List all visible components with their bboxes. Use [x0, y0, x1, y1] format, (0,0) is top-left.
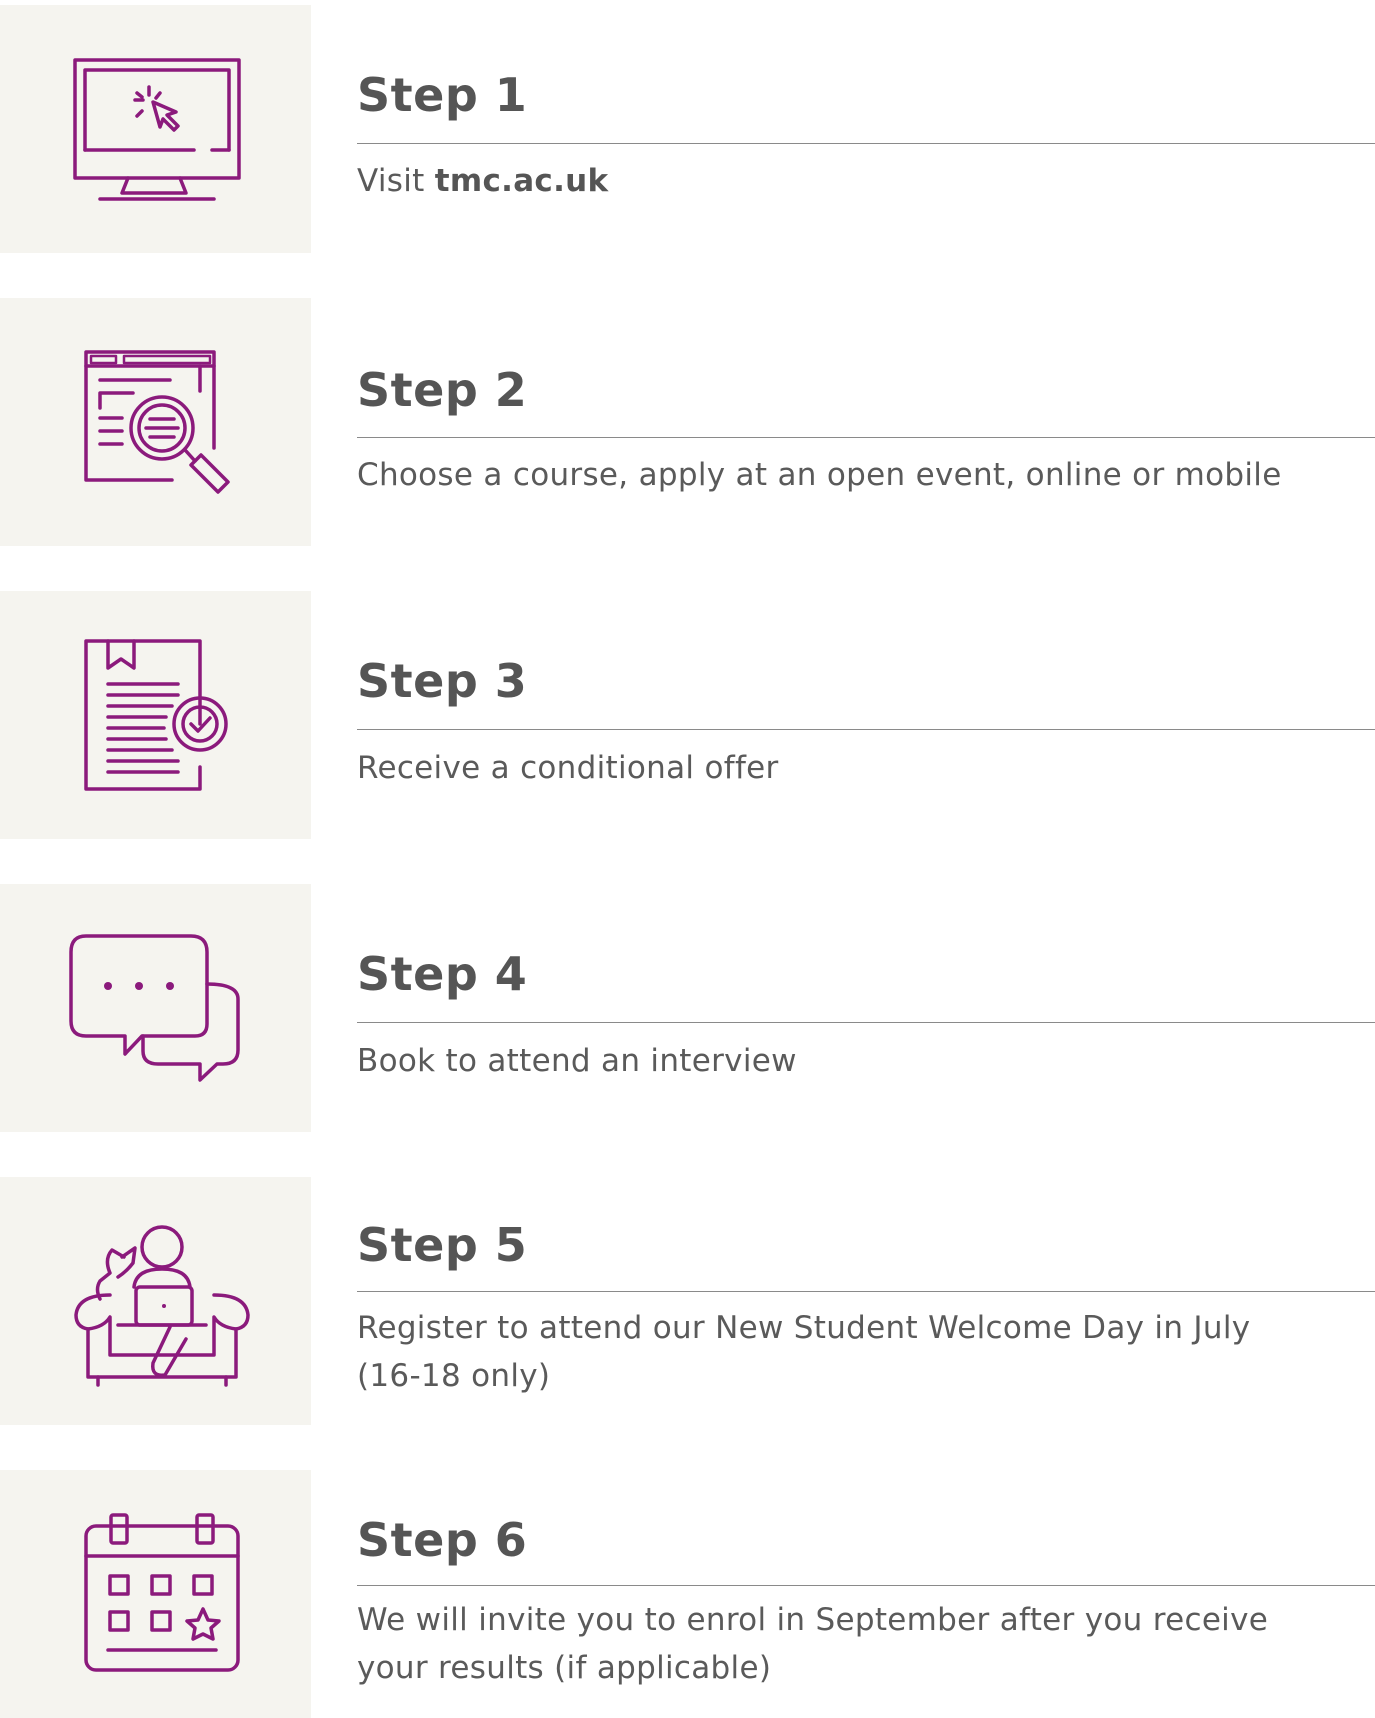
step-1: Step 1 Visit tmc.ac.uk	[0, 5, 1375, 253]
step-2-icon-panel	[0, 298, 311, 546]
step-2-title: Step 2	[357, 363, 528, 417]
step-2-description: Choose a course, apply at an open event,…	[357, 457, 1282, 493]
step-5-text-line-2: (16-18 only)	[357, 1358, 551, 1394]
step-2: Step 2 Choose a course, apply at an open…	[0, 298, 1375, 546]
step-2-divider	[357, 437, 1375, 438]
step-5: Step 5 Register to attend our New Studen…	[0, 1177, 1375, 1425]
step-6: Step 6 We will invite you to enrol in Se…	[0, 1470, 1375, 1718]
website-link[interactable]: tmc.ac.uk	[435, 163, 609, 199]
step-1-divider	[357, 143, 1375, 144]
step-3-icon-panel	[0, 591, 311, 839]
step-3-title: Step 3	[357, 654, 528, 708]
step-6-title: Step 6	[357, 1513, 528, 1567]
step-4-title: Step 4	[357, 947, 528, 1001]
step-5-title: Step 5	[357, 1218, 528, 1272]
step-6-description: We will invite you to enrol in September…	[357, 1596, 1357, 1692]
step-1-text: Visit	[357, 163, 435, 199]
step-3-divider	[357, 729, 1375, 730]
step-5-text-line-1: Register to attend our New Student Welco…	[357, 1310, 1251, 1346]
step-3-description: Receive a conditional offer	[357, 750, 779, 786]
step-5-description: Register to attend our New Student Welco…	[357, 1304, 1357, 1400]
step-4: Step 4 Book to attend an interview	[0, 884, 1375, 1132]
step-5-divider	[357, 1291, 1375, 1292]
step-5-icon-panel	[0, 1177, 311, 1425]
step-6-text-line-2: your results (if applicable)	[357, 1650, 772, 1686]
step-6-text-line-1: We will invite you to enrol in September…	[357, 1602, 1269, 1638]
approved-document-icon	[84, 639, 228, 791]
step-1-icon-panel	[0, 5, 311, 253]
step-6-divider	[357, 1585, 1375, 1586]
person-laptop-armchair-icon	[74, 1225, 250, 1387]
computer-click-icon	[73, 58, 241, 201]
step-4-divider	[357, 1022, 1375, 1023]
step-6-icon-panel	[0, 1470, 311, 1718]
step-4-description: Book to attend an interview	[357, 1043, 797, 1079]
calendar-star-icon	[84, 1513, 240, 1672]
step-1-title: Step 1	[357, 68, 528, 122]
step-4-icon-panel	[0, 884, 311, 1132]
chat-bubbles-icon	[69, 934, 240, 1082]
step-3: Step 3 Receive a conditional offer	[0, 591, 1375, 839]
step-1-description: Visit tmc.ac.uk	[357, 157, 1357, 205]
web-search-icon	[84, 350, 230, 494]
